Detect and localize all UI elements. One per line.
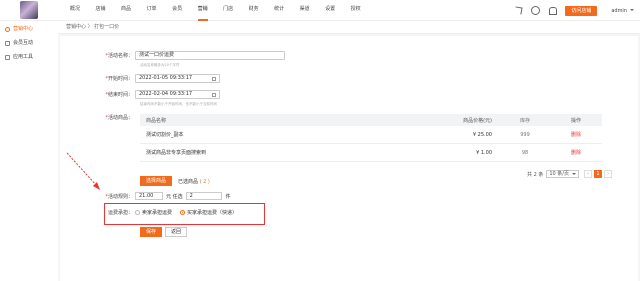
shipping-option-buyer[interactable]: 买家承担运费（快递） — [180, 209, 237, 216]
top-bar: 概况 店铺 商品 订单 会员 营销 门店 财务 统计 渠道 设置 授权 访问店铺… — [0, 0, 640, 21]
tools-icon — [5, 54, 10, 60]
sidebar-item-marketing-center[interactable]: 营销中心 — [0, 23, 58, 35]
back-button[interactable]: 返回 — [165, 227, 188, 237]
save-button[interactable]: 保存 — [140, 227, 163, 237]
start-time-row: *开始时间： 2022-01-05 09:33:17 — [60, 74, 220, 83]
start-time-label: 开始时间： — [107, 76, 133, 82]
goods-stock: 98 — [521, 149, 529, 156]
pagination: 共 2 条 10 条/页 ‹ 1 › — [527, 170, 612, 178]
tab-selected-goods[interactable]: 已选商品 ( 2 ) — [172, 178, 210, 185]
shipping-row: 运费承担： 卖家承担运费 买家承担运费（快递） — [60, 209, 237, 216]
sidebar-item-label: 会员互动 — [13, 40, 34, 46]
goods-name: 测试商品非专享页面搜索到 — [146, 150, 207, 156]
nav-members[interactable]: 会员 — [172, 0, 182, 21]
nav-channels[interactable]: 渠道 — [300, 0, 310, 21]
activity-name-label: 活动名称： — [107, 53, 133, 59]
shipping-label: 运费承担： — [107, 210, 133, 216]
user-name: admin — [611, 7, 627, 14]
chevron-down-icon — [572, 172, 576, 175]
sidebar: 营销中心 会员互动 应用工具 — [0, 21, 58, 281]
col-stock-header: 库存 — [519, 117, 530, 124]
goods-price: ¥ 1.00 — [476, 149, 492, 156]
breadcrumb: 营销中心 〉 打包一口价 — [58, 21, 640, 34]
delete-link[interactable]: 删除 — [550, 149, 602, 156]
goods-stock: 999 — [520, 131, 530, 138]
delete-link[interactable]: 删除 — [550, 131, 602, 138]
activity-goods-label: 活动商品： — [107, 115, 133, 121]
goods-price: ¥ 25.00 — [472, 131, 492, 138]
nav-authorize[interactable]: 授权 — [351, 0, 361, 21]
selected-count: ( 2 ) — [199, 178, 210, 185]
user-menu[interactable]: admin — [611, 8, 634, 14]
radio-checked-icon — [180, 210, 186, 215]
table-row: 测试切割价_副本 ¥ 25.00 999 删除 — [140, 126, 602, 144]
activity-rule-row: *活动规则： 21.00 元 任选 2 件 — [105, 192, 231, 200]
end-time-input[interactable]: 2022-02-04 09:33:17 — [135, 90, 220, 99]
prev-page-button[interactable]: ‹ — [584, 170, 592, 178]
activity-rule-label: 活动规则： — [107, 193, 133, 200]
sidebar-item-label: 应用工具 — [13, 54, 34, 60]
activity-goods-row: *活动商品： — [105, 115, 133, 121]
nav-shops[interactable]: 门店 — [223, 0, 233, 21]
nav-settings[interactable]: 设置 — [325, 0, 335, 21]
col-price-header: 商品价格(元) — [463, 117, 492, 124]
rule-unit: 件 — [225, 193, 231, 200]
table-header: 商品名称 商品价格(元) 库存 操作 — [140, 114, 602, 126]
rule-qty-input[interactable]: 2 — [185, 192, 222, 200]
rule-price-input[interactable]: 21.00 — [135, 192, 163, 200]
col-name-header: 商品名称 — [146, 117, 167, 124]
name-hint: 活动名称最多为20个字符 — [140, 63, 180, 67]
store-logo[interactable] — [20, 1, 38, 19]
shipping-option-label: 卖家承担运费 — [142, 210, 173, 216]
rule-mid-text: 元 任选 — [166, 193, 183, 200]
goods-table: 商品名称 商品价格(元) 库存 操作 测试切割价_副本 ¥ 25.00 999 … — [140, 114, 602, 162]
nav-store[interactable]: 店铺 — [96, 0, 106, 21]
nav-marketing[interactable]: 营销 — [197, 0, 208, 21]
end-time-row: *结束时间： 2022-02-04 09:33:17 — [60, 90, 220, 99]
sidebar-item-member-interaction[interactable]: 会员互动 — [0, 37, 58, 49]
activity-name-input[interactable]: 测试一口价运费 — [135, 51, 285, 60]
page-button-1[interactable]: 1 — [594, 170, 602, 178]
visit-store-button[interactable]: 访问店铺 — [565, 5, 598, 16]
chevron-down-icon — [630, 9, 634, 11]
top-right-tools: 访问店铺 admin — [514, 0, 634, 21]
goods-name: 测试切割价_副本 — [146, 132, 184, 138]
col-op-header: 操作 — [570, 117, 581, 124]
end-time-value: 2022-02-04 09:33:17 — [139, 91, 193, 97]
sidebar-item-app-tools[interactable]: 应用工具 — [0, 51, 58, 63]
shipping-option-seller[interactable]: 卖家承担运费 — [135, 209, 172, 216]
start-time-value: 2022-01-05 09:33:17 — [139, 75, 193, 81]
page-size-select[interactable]: 10 条/页 — [546, 170, 579, 178]
total-count: 共 2 条 — [526, 171, 544, 178]
nav-goods[interactable]: 商品 — [121, 0, 131, 21]
end-time-label: 结束时间： — [107, 92, 133, 98]
calendar-icon — [212, 92, 216, 97]
goods-tabs: 选择商品 已选商品 ( 2 ) — [140, 176, 210, 186]
notification-icon[interactable] — [548, 6, 558, 15]
activity-name-row: *活动名称： 测试一口价运费 — [60, 51, 285, 60]
tab-select-goods[interactable]: 选择商品 — [140, 176, 173, 186]
shipping-option-label: 买家承担运费（快递） — [187, 210, 238, 216]
selected-goods-label: 已选商品 — [178, 178, 199, 185]
nav-finance[interactable]: 财务 — [249, 0, 259, 21]
time-hint: 结束时间不能小于开始时间，也不能小于当前时间 — [140, 102, 217, 106]
start-time-input[interactable]: 2022-01-05 09:33:17 — [135, 74, 220, 83]
calendar-icon — [212, 76, 216, 81]
sidebar-item-label: 营销中心 — [13, 26, 34, 32]
marketing-icon — [5, 26, 10, 32]
main-nav: 概况 店铺 商品 订单 会员 营销 门店 财务 统计 渠道 设置 授权 — [70, 0, 376, 21]
next-page-button[interactable]: › — [604, 170, 612, 178]
page-size-value: 10 条/页 — [549, 171, 569, 177]
nav-orders[interactable]: 订单 — [147, 0, 157, 21]
table-row: 测试商品非专享页面搜索到 ¥ 1.00 98 删除 — [140, 144, 602, 162]
send-icon[interactable] — [514, 6, 523, 15]
member-icon — [5, 40, 10, 46]
radio-icon — [135, 210, 140, 215]
nav-stats[interactable]: 统计 — [274, 0, 284, 21]
nav-overview[interactable]: 概况 — [70, 0, 80, 21]
help-icon[interactable] — [531, 6, 541, 15]
